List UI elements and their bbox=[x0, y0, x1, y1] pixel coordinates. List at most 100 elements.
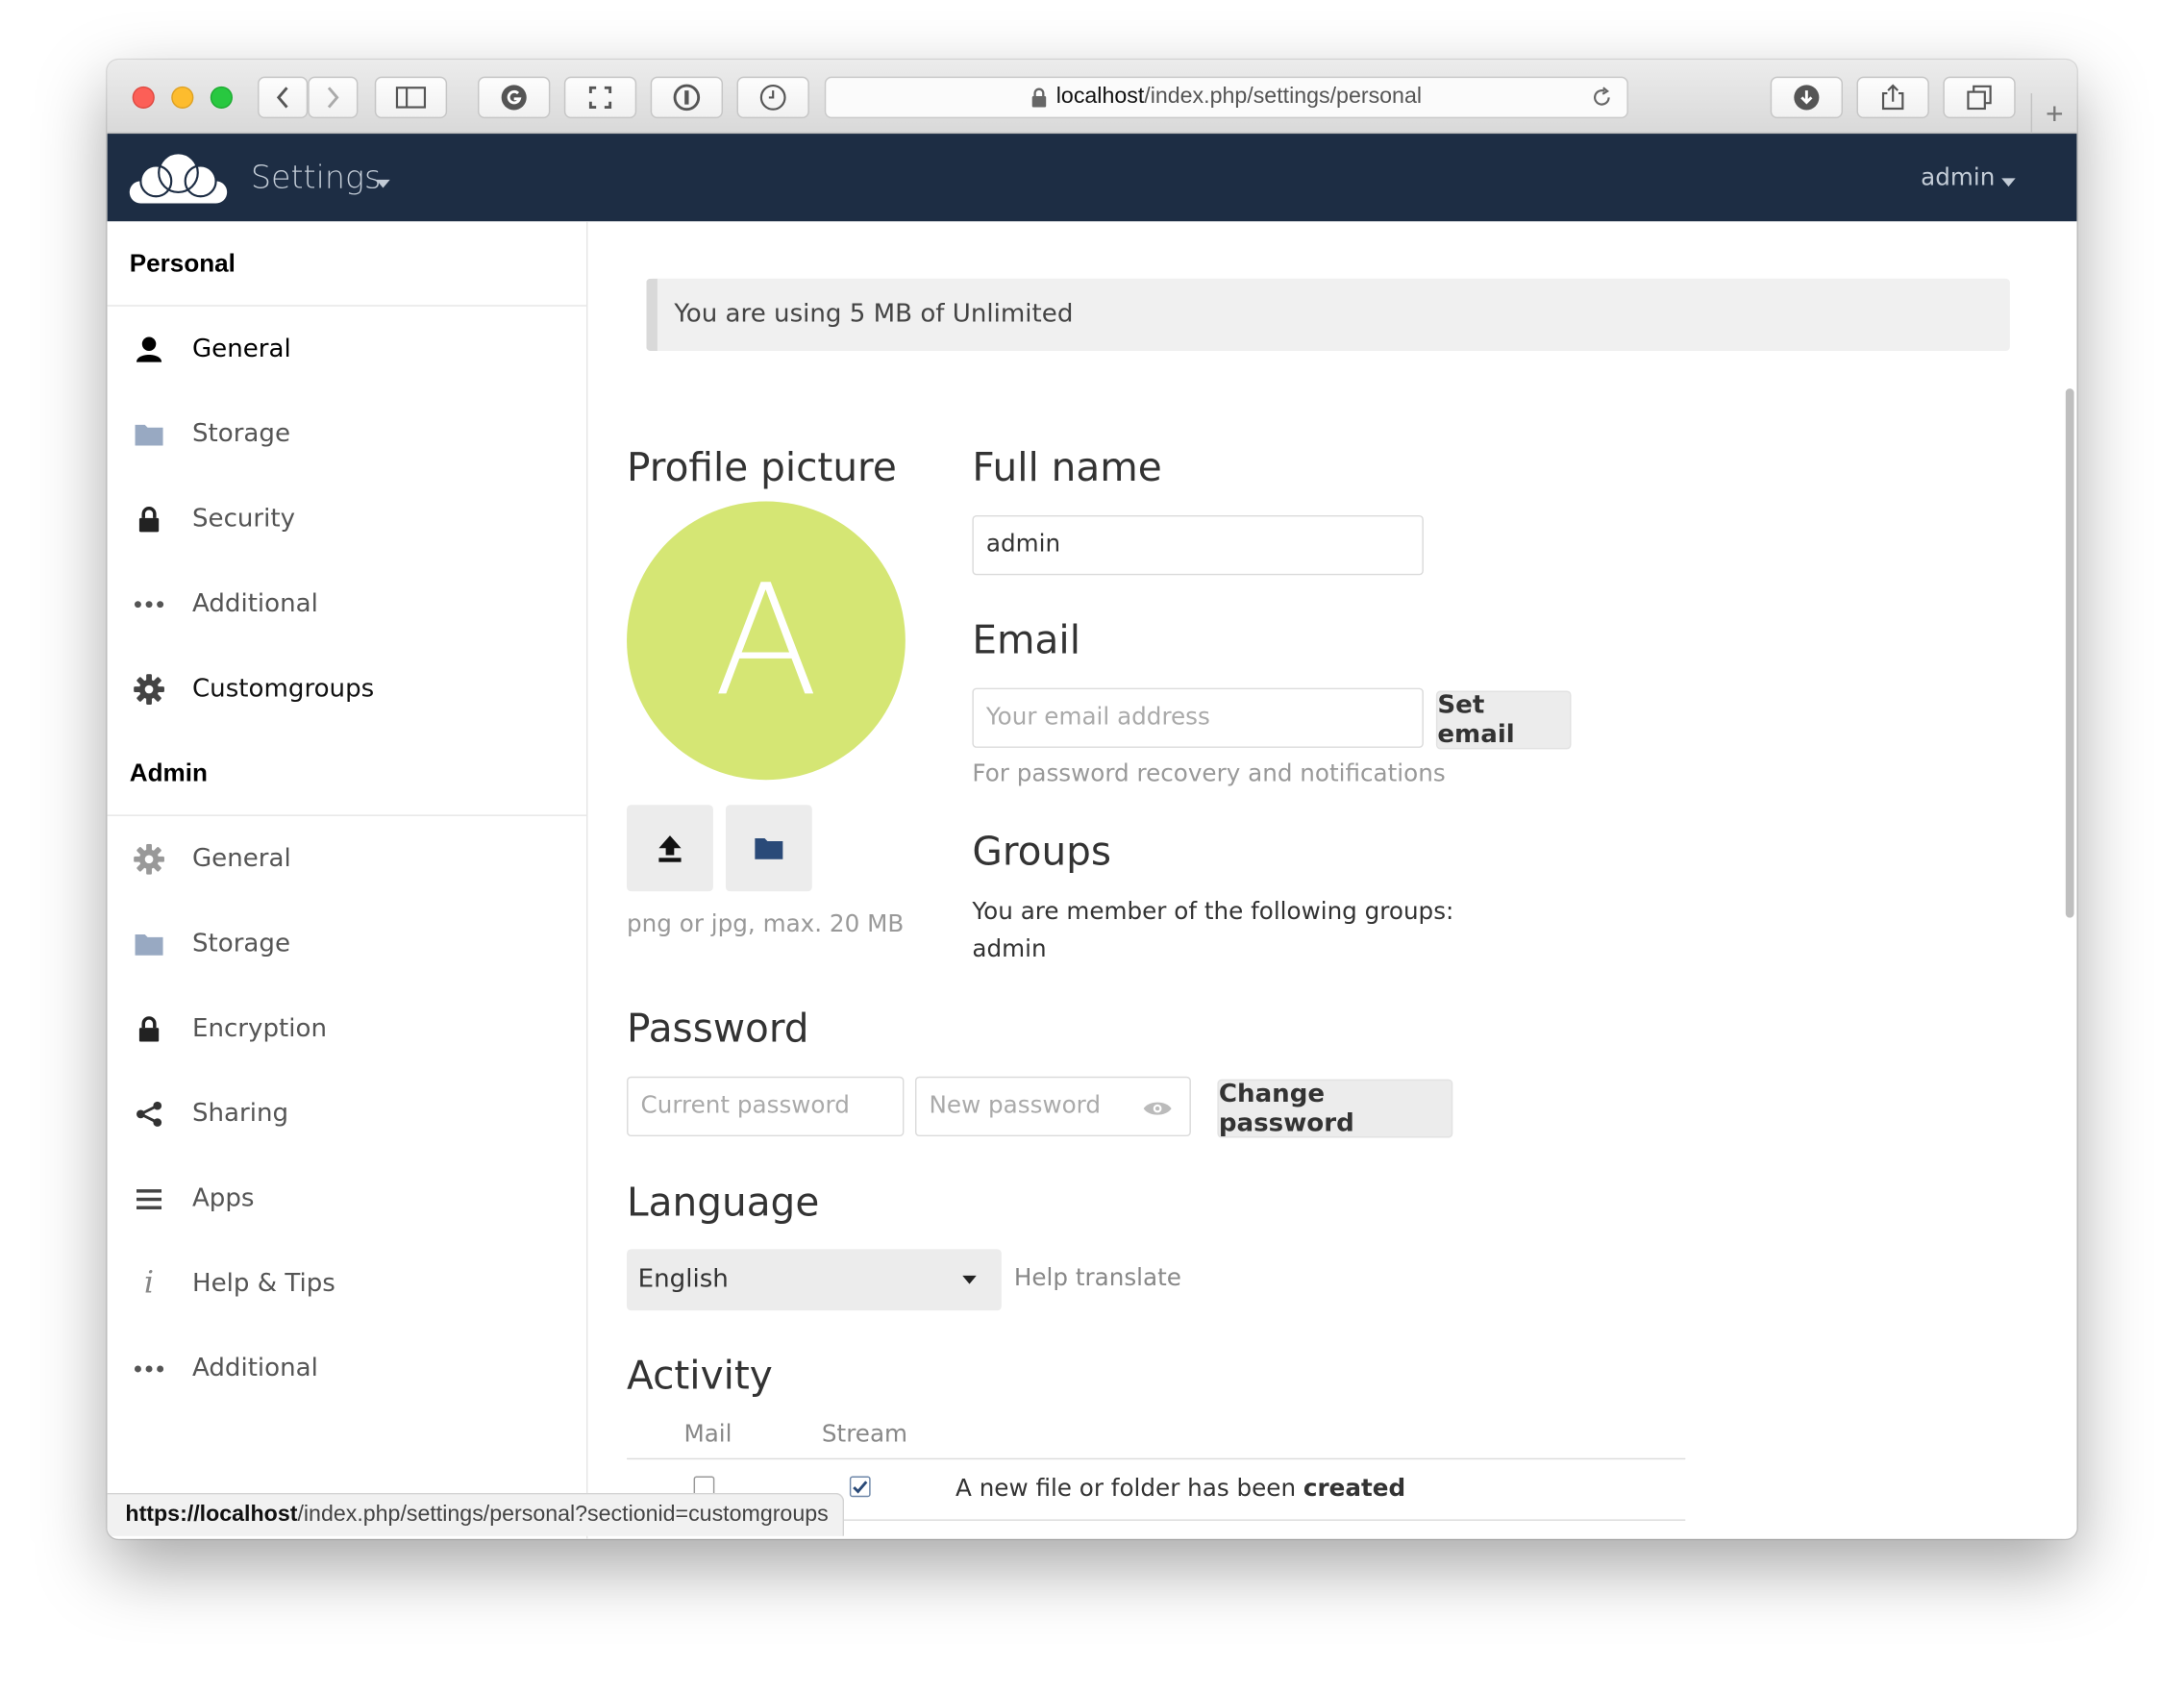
current-password-input[interactable]: Current password bbox=[627, 1076, 905, 1137]
folder-icon bbox=[755, 838, 783, 859]
language-select[interactable]: English bbox=[627, 1249, 1002, 1311]
sidebar-item-label: Apps bbox=[191, 1183, 255, 1213]
tab-overview-button[interactable] bbox=[1943, 76, 2016, 119]
caret-down-icon bbox=[962, 1275, 977, 1284]
sidebar-item-label: General bbox=[191, 843, 291, 874]
email-input[interactable]: Your email address bbox=[972, 687, 1424, 748]
full-name-heading: Full name bbox=[972, 444, 1162, 490]
sidebar-item-admin-help[interactable]: i Help & Tips bbox=[108, 1241, 586, 1326]
language-selected: English bbox=[637, 1264, 729, 1294]
cloud-logo-icon bbox=[129, 152, 228, 204]
forward-button[interactable] bbox=[308, 76, 359, 119]
upload-icon bbox=[658, 835, 682, 862]
upload-avatar-button[interactable] bbox=[627, 805, 713, 892]
owncloud-logo[interactable] bbox=[128, 145, 228, 216]
sidebar-item-label: Additional bbox=[191, 1354, 318, 1383]
folder-icon bbox=[134, 928, 164, 958]
groups-heading: Groups bbox=[972, 828, 1112, 875]
address-bar[interactable]: localhost/index.php/settings/personal bbox=[824, 76, 1628, 119]
grammarly-icon bbox=[501, 85, 527, 111]
url-host: localhost bbox=[1055, 85, 1145, 109]
folder-icon bbox=[134, 418, 164, 449]
app-header: Settings admin bbox=[107, 134, 2077, 222]
sidebar-item-personal-storage[interactable]: Storage bbox=[108, 391, 586, 476]
sidebar-item-personal-customgroups[interactable]: Customgroups bbox=[108, 646, 586, 731]
browser-toolbar: localhost/index.php/settings/personal + bbox=[107, 60, 2077, 135]
personal-heading: Personal bbox=[107, 221, 588, 307]
new-password-placeholder: New password bbox=[929, 1091, 1102, 1120]
activity-header-divider bbox=[627, 1457, 1686, 1460]
url-path: /index.php/settings/personal bbox=[1144, 85, 1422, 109]
sidebar-item-admin-storage[interactable]: Storage bbox=[108, 901, 586, 985]
activity-row1-stream-checkbox[interactable] bbox=[849, 1476, 871, 1498]
sidebar-item-label: Security bbox=[191, 504, 296, 534]
more-icon bbox=[134, 1353, 164, 1383]
content-scrollbar[interactable] bbox=[2065, 388, 2074, 918]
sidebar-item-label: Sharing bbox=[191, 1098, 289, 1129]
groups-text: You are member of the following groups: bbox=[972, 898, 1454, 927]
share-button[interactable] bbox=[1856, 76, 1929, 119]
user-menu[interactable]: admin bbox=[1921, 164, 1995, 192]
user-menu-caret-icon[interactable] bbox=[2001, 178, 2016, 187]
plus-icon: + bbox=[2045, 95, 2064, 131]
new-password-input[interactable]: New password bbox=[914, 1076, 1191, 1137]
new-tab-button[interactable]: + bbox=[2030, 93, 2077, 135]
sidebar-item-admin-sharing[interactable]: Sharing bbox=[108, 1071, 586, 1156]
close-window-button[interactable] bbox=[132, 86, 155, 109]
avatar-hint: png or jpg, max. 20 MB bbox=[627, 910, 905, 939]
sidebar-item-personal-security[interactable]: Security bbox=[108, 476, 586, 560]
user-icon bbox=[134, 334, 164, 364]
profile-picture-heading: Profile picture bbox=[627, 444, 897, 490]
sidebar-item-admin-additional[interactable]: Additional bbox=[108, 1326, 586, 1410]
sidebar-icon bbox=[395, 87, 427, 109]
set-email-button[interactable]: Set email bbox=[1435, 690, 1572, 750]
lock-icon bbox=[1032, 87, 1047, 108]
activity-row1-text: A new file or folder has been bbox=[956, 1475, 1303, 1504]
downloads-button[interactable] bbox=[1770, 76, 1844, 119]
app-menu-title[interactable]: Settings bbox=[251, 161, 382, 197]
reload-icon[interactable] bbox=[1591, 87, 1613, 109]
browser-window: localhost/index.php/settings/personal + bbox=[107, 60, 2077, 1539]
choose-avatar-from-files-button[interactable] bbox=[725, 805, 812, 892]
sidebar-toggle-button[interactable] bbox=[374, 76, 448, 119]
download-icon bbox=[1794, 85, 1820, 111]
onepassword-icon bbox=[673, 84, 701, 112]
activity-row1-label: A new file or folder has been created bbox=[956, 1475, 1405, 1503]
activity-row1-bold: created bbox=[1303, 1475, 1406, 1504]
change-password-button[interactable]: Change password bbox=[1217, 1079, 1453, 1138]
chevron-left-icon bbox=[276, 87, 288, 109]
expand-icon bbox=[588, 86, 612, 109]
sidebar-item-label: Help & Tips bbox=[191, 1268, 335, 1299]
eye-icon[interactable] bbox=[1142, 1099, 1173, 1118]
sidebar-item-admin-general[interactable]: General bbox=[108, 816, 586, 901]
help-translate-link[interactable]: Help translate bbox=[1014, 1264, 1181, 1292]
sidebar-item-admin-apps[interactable]: Apps bbox=[108, 1156, 586, 1240]
status-url-path: /index.php/settings/personal?sectionid=c… bbox=[297, 1503, 829, 1527]
activity-col-mail: Mail bbox=[683, 1420, 732, 1449]
share-icon bbox=[1881, 84, 1904, 111]
admin-heading: Admin bbox=[107, 732, 588, 816]
email-heading: Email bbox=[972, 616, 1080, 663]
sidebar-item-admin-encryption[interactable]: Encryption bbox=[108, 986, 586, 1071]
settings-content: You are using 5 MB of Unlimited Profile … bbox=[587, 221, 2077, 1539]
clock-icon bbox=[759, 85, 786, 111]
info-icon: i bbox=[143, 1265, 155, 1301]
password-manager-button[interactable] bbox=[650, 76, 724, 119]
maximize-window-button[interactable] bbox=[210, 86, 233, 109]
full-name-input[interactable]: admin bbox=[972, 514, 1424, 576]
sidebar-item-label: Encryption bbox=[191, 1013, 327, 1044]
sidebar-item-personal-additional[interactable]: Additional bbox=[108, 561, 586, 646]
link-status-bar: https://localhost/index.php/settings/per… bbox=[107, 1492, 844, 1536]
minimize-window-button[interactable] bbox=[171, 86, 194, 109]
gear-icon bbox=[134, 673, 164, 705]
lock-icon bbox=[134, 504, 164, 535]
grammarly-extension-button[interactable] bbox=[478, 76, 551, 119]
sidebar-item-personal-general[interactable]: General bbox=[108, 307, 586, 391]
sidebar-item-label: Storage bbox=[191, 929, 291, 958]
activity-col-stream: Stream bbox=[821, 1420, 908, 1449]
history-extension-button[interactable] bbox=[736, 76, 809, 119]
status-url-host: https://localhost bbox=[125, 1503, 298, 1527]
back-button[interactable] bbox=[258, 76, 309, 119]
fullscreen-extension-button[interactable] bbox=[563, 76, 637, 119]
app-menu-caret-icon[interactable] bbox=[376, 179, 390, 188]
